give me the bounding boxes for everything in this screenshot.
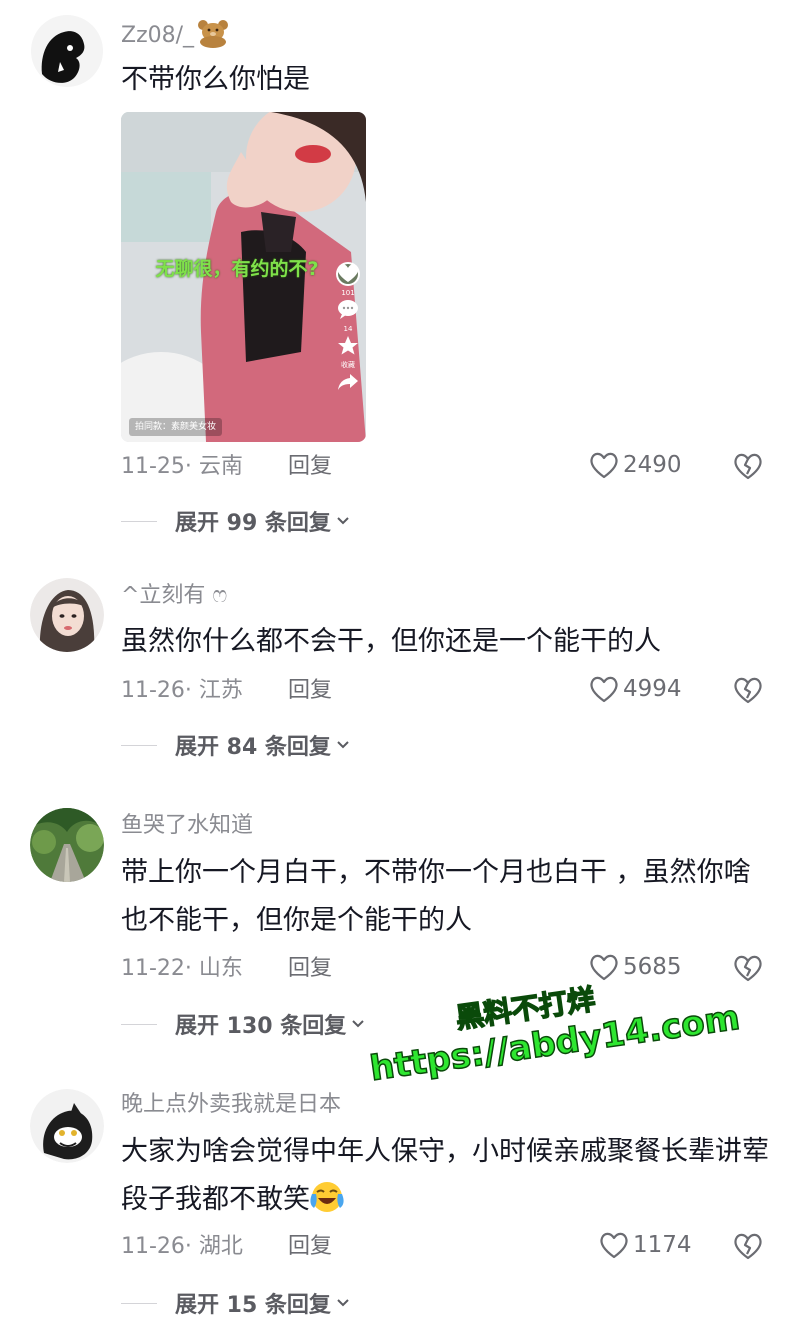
- expand-divider: [121, 520, 157, 522]
- comment-text: 虽然你什么都不会干，但你还是一个能干的人: [121, 626, 661, 657]
- expand-divider: [121, 1302, 157, 1304]
- expand-replies-button[interactable]: 展开 84 条回复: [121, 729, 351, 760]
- broken-heart-icon: [734, 955, 762, 982]
- avatar[interactable]: [30, 14, 104, 88]
- expand-replies-button[interactable]: 展开 99 条回复: [121, 505, 351, 536]
- chevron-down-icon: [337, 1299, 349, 1307]
- chevron-down-icon: [337, 517, 349, 525]
- dislike-button[interactable]: [731, 1230, 765, 1266]
- reply-button[interactable]: 回复: [288, 952, 332, 986]
- broken-heart-icon: [734, 677, 762, 704]
- video-thumbnail[interactable]: 无聊很，有约的不? 101 14 收藏 拍同款：素颜美女妆: [121, 112, 366, 442]
- heart-outline-icon: [600, 1232, 628, 1259]
- expand-replies-button[interactable]: 展开 130 条回复: [121, 1008, 366, 1039]
- heart-outline-icon: [590, 676, 618, 703]
- heart-icon: [337, 264, 359, 282]
- expand-divider: [121, 744, 157, 746]
- expand-replies-button[interactable]: 展开 15 条回复: [121, 1287, 351, 1318]
- bear-emoji-icon: [196, 18, 230, 48]
- reply-button[interactable]: 回复: [288, 674, 332, 708]
- username[interactable]: ^立刻有 ෆ︎: [121, 582, 227, 610]
- comment-text: 不带你么你怕是: [121, 64, 310, 95]
- comment-text: 大家为啥会觉得中年人保守，小时候亲戚聚餐长辈讲荤段子我都不敢笑: [121, 1136, 769, 1215]
- comment-meta: 11-26· 湖北 回复 1174: [121, 1230, 771, 1264]
- username[interactable]: Zz08/_: [121, 18, 230, 50]
- username[interactable]: 晚上点外卖我就是日本: [121, 1091, 341, 1119]
- dislike-button[interactable]: [731, 952, 765, 988]
- chevron-down-icon: [337, 741, 349, 749]
- comment-meta: 11-25· 云南 回复 2490: [121, 450, 771, 484]
- comment-date: 11-26· 江苏: [121, 678, 243, 703]
- star-icon: [338, 336, 358, 355]
- avatar[interactable]: [30, 1089, 104, 1163]
- like-count: 4994: [623, 676, 682, 702]
- video-badge: 拍同款：素颜美女妆: [129, 418, 223, 436]
- avatar[interactable]: [30, 808, 104, 882]
- comment-date: 11-26· 湖北: [121, 1234, 243, 1259]
- like-count: 2490: [623, 452, 682, 478]
- share-arrow-icon: [338, 374, 358, 390]
- broken-heart-icon: [734, 1233, 762, 1260]
- like-button[interactable]: 1174: [597, 1230, 692, 1264]
- comment-item: Zz08/_ 不带你么你怕是 无聊很，有约的不? 101 14 收藏 拍同款：素…: [0, 0, 799, 560]
- avatar[interactable]: [30, 578, 104, 652]
- broken-heart-icon: [734, 453, 762, 480]
- heart-outline-icon: [590, 452, 618, 479]
- laugh-cry-emoji-icon: [310, 1180, 344, 1214]
- username[interactable]: 鱼哭了水知道: [121, 812, 253, 840]
- expand-divider: [121, 1023, 157, 1025]
- like-button[interactable]: 4994: [587, 674, 682, 708]
- comment-item: ^立刻有 ෆ︎ 虽然你什么都不会干，但你还是一个能干的人 11-26· 江苏 回…: [0, 560, 799, 790]
- video-comment-count: 14: [343, 325, 353, 333]
- comment-meta: 11-26· 江苏 回复 4994: [121, 674, 771, 708]
- video-like-count: 101: [341, 289, 355, 297]
- video-collect-label: 收藏: [341, 361, 355, 369]
- like-button[interactable]: 2490: [587, 450, 682, 484]
- reply-button[interactable]: 回复: [288, 450, 332, 484]
- reply-button[interactable]: 回复: [288, 1230, 332, 1264]
- comment-date: 11-25· 云南: [121, 454, 243, 479]
- dislike-button[interactable]: [731, 674, 765, 710]
- comment-date: 11-22· 山东: [121, 956, 243, 981]
- video-caption: 无聊很，有约的不?: [155, 258, 319, 280]
- comment-bubble-icon: [338, 300, 358, 319]
- like-count: 1174: [633, 1232, 692, 1258]
- dislike-button[interactable]: [731, 450, 765, 486]
- video-side-actions: 101 14 收藏: [334, 262, 362, 396]
- comment-text: 带上你一个月白干，不带你一个月也白干 ，虽然你啥也不能干，但你是个能干的人: [121, 857, 751, 936]
